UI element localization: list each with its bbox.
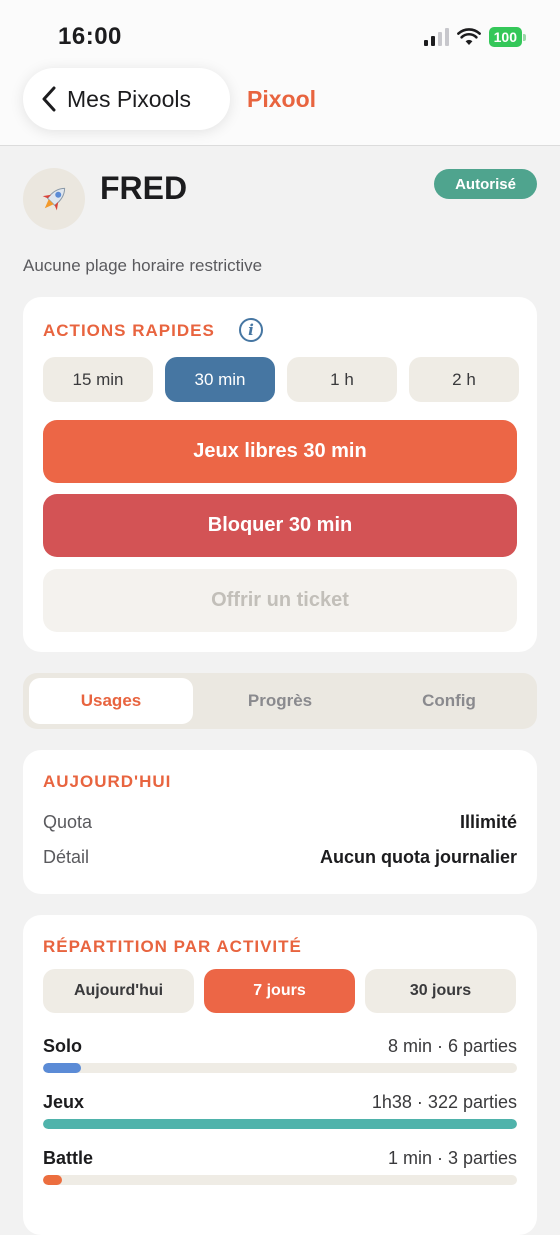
chevron-left-icon [42,86,56,112]
tab-progres[interactable]: Progrès [198,678,362,724]
battery-icon: 100 [488,27,526,47]
period-selector: Aujourd'hui 7 jours 30 jours [43,969,516,1013]
detail-row: Détail Aucun quota journalier [43,847,517,868]
duration-1h-button[interactable]: 1 h [287,357,397,402]
info-icon[interactable]: i [239,318,263,342]
today-card: AUJOURD'HUI Quota Illimité Détail Aucun … [23,750,537,894]
quota-label: Quota [43,812,93,832]
block-button[interactable]: Bloquer 30 min [43,494,517,557]
child-name: FRED [100,170,188,206]
wifi-icon [456,28,481,45]
back-button-label: Mes Pixools [67,85,191,112]
cellular-signal-icon [423,28,449,46]
offer-ticket-button[interactable]: Offrir un ticket [43,569,517,632]
activity-value: 1 min · 3 parties [387,1148,517,1168]
back-button[interactable]: Mes Pixools [23,68,230,130]
activity-row-jeux: Jeux 1h38 · 322 parties [43,1092,517,1129]
activity-name: Jeux [43,1092,85,1112]
breakdown-title: RÉPARTITION PAR ACTIVITÉ [43,937,302,956]
period-30days-button[interactable]: 30 jours [365,969,516,1013]
activity-bar-track [43,1175,517,1185]
activity-bar-fill [43,1119,517,1129]
status-time: 16:00 [58,23,122,50]
quota-value: Illimité [459,812,517,832]
schedule-note: Aucune plage horaire restrictive [23,256,263,275]
detail-value: Aucun quota journalier [319,847,517,867]
battery-level: 100 [488,27,522,47]
status-badge: Autorisé [434,169,537,199]
activity-name: Battle [43,1148,94,1168]
activity-bar-track [43,1119,517,1129]
activity-bar-fill [43,1063,81,1073]
quick-actions-card: ACTIONS RAPIDES i 15 min 30 min 1 h 2 h … [23,297,537,652]
quota-row: Quota Illimité [43,812,517,833]
detail-label: Détail [43,847,90,867]
activity-name: Solo [43,1036,82,1056]
duration-30min-button[interactable]: 30 min [165,357,275,402]
quick-actions-title: ACTIONS RAPIDES [43,321,215,340]
duration-selector: 15 min 30 min 1 h 2 h [43,357,519,402]
activity-row-battle: Battle 1 min · 3 parties [43,1148,517,1185]
activity-bar-fill [43,1175,62,1185]
duration-2h-button[interactable]: 2 h [409,357,519,402]
rocket-icon [42,187,66,211]
activity-value: 1h38 · 322 parties [371,1092,517,1112]
top-navigation-bar: 16:00 100 Mes Pixools Pixool [0,0,560,146]
free-play-button[interactable]: Jeux libres 30 min [43,420,517,483]
duration-15min-button[interactable]: 15 min [43,357,153,402]
activity-breakdown-card: RÉPARTITION PAR ACTIVITÉ Aujourd'hui 7 j… [23,915,537,1235]
period-today-button[interactable]: Aujourd'hui [43,969,194,1013]
activity-bar-track [43,1063,517,1073]
period-7days-button[interactable]: 7 jours [204,969,355,1013]
tab-usages[interactable]: Usages [29,678,193,724]
activity-row-solo: Solo 8 min · 6 parties [43,1036,517,1073]
activity-value: 8 min · 6 parties [387,1036,517,1056]
avatar [23,168,85,230]
tab-config[interactable]: Config [367,678,531,724]
page-title: Pixool [247,86,317,112]
status-icons: 100 [423,27,526,47]
tab-bar: Usages Progrès Config [23,673,537,729]
today-title: AUJOURD'HUI [43,772,172,791]
